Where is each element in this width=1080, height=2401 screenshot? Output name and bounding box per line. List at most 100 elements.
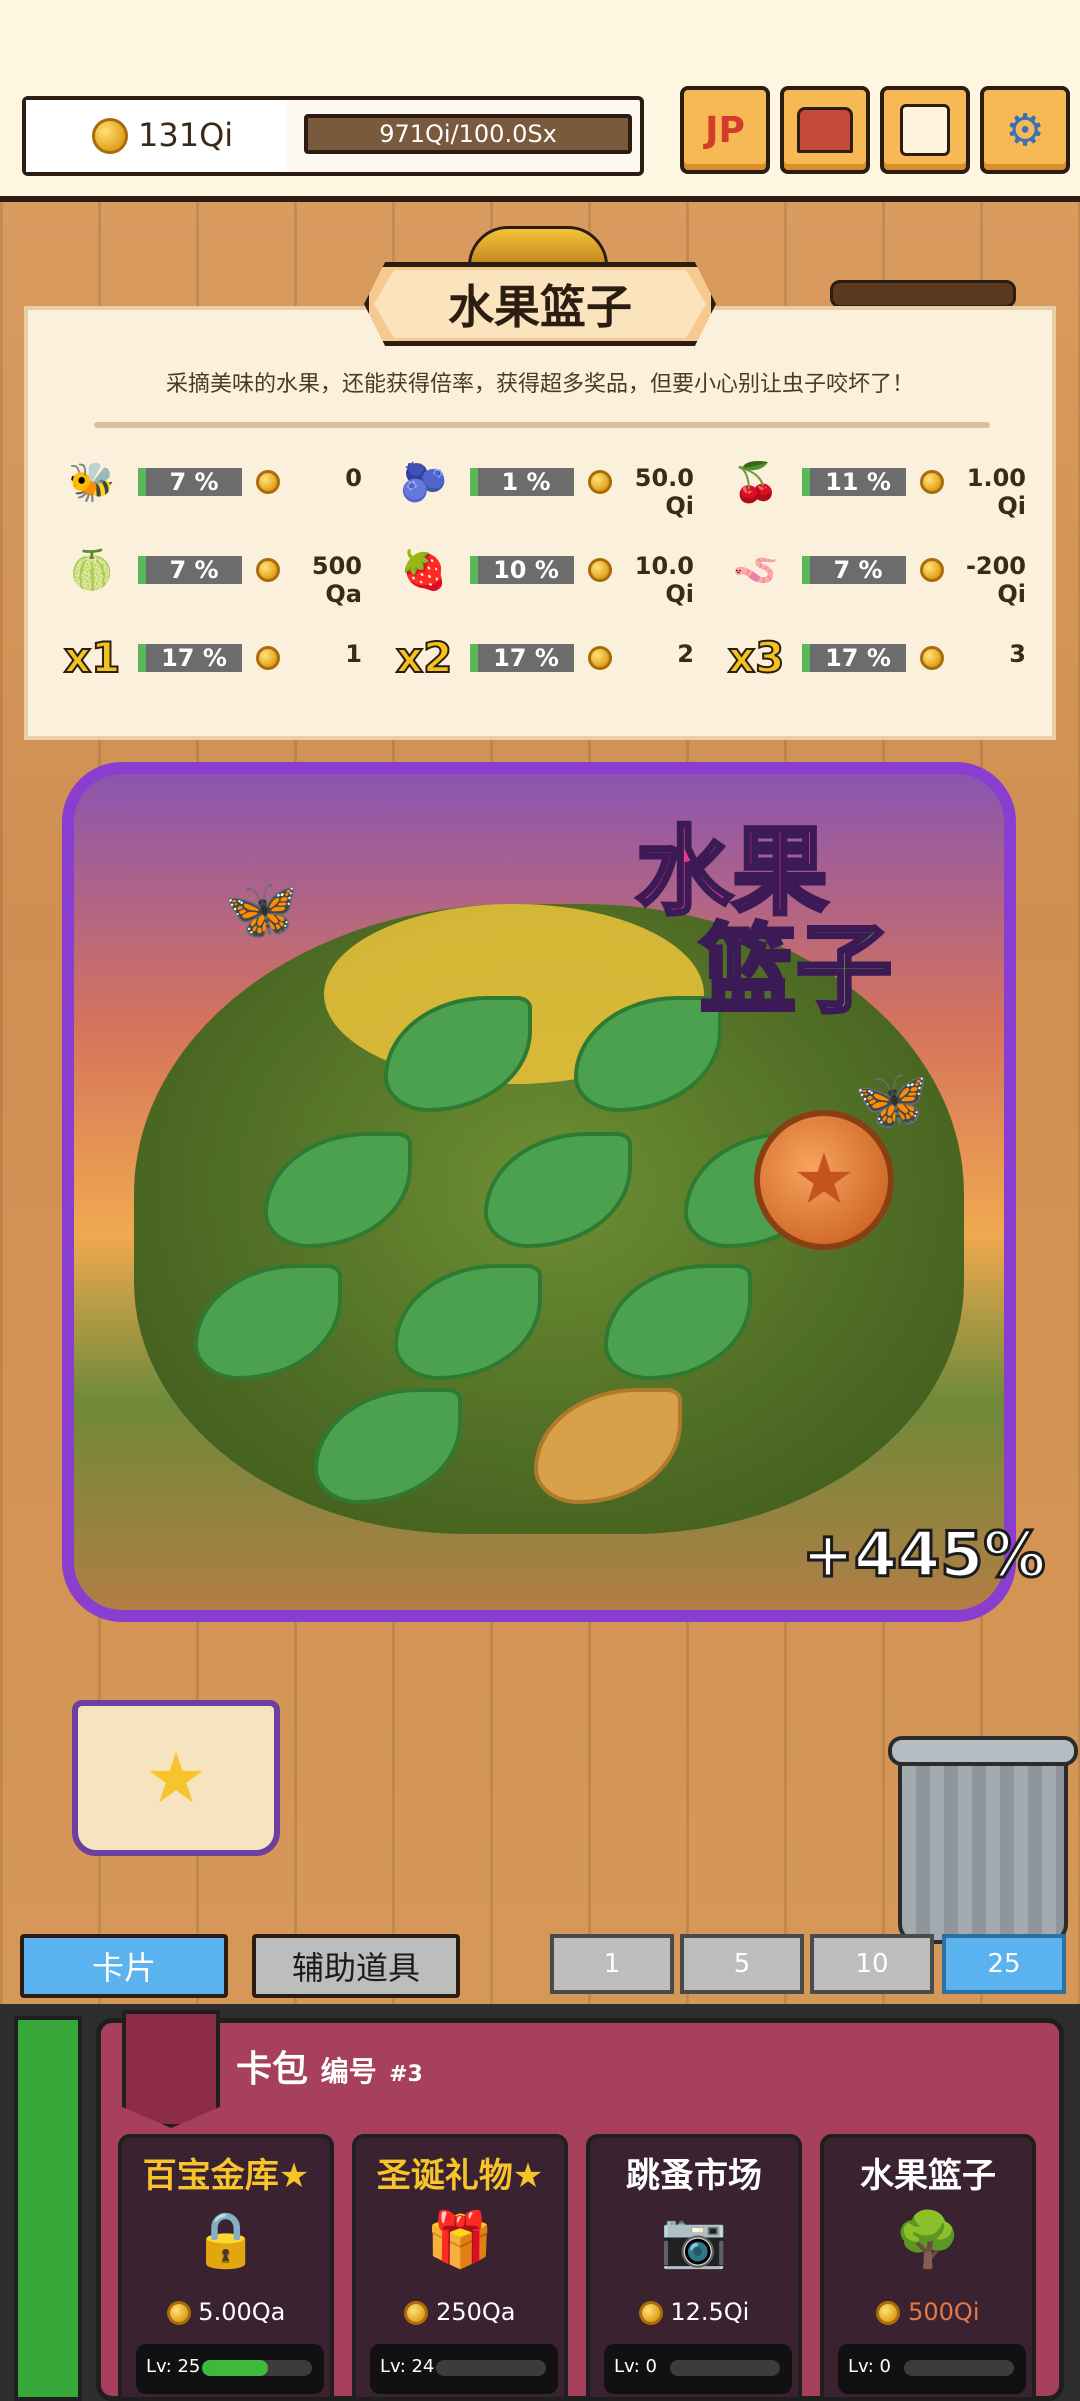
reward-chance: 1 % — [470, 468, 574, 496]
star-icon: ★ — [144, 1737, 208, 1819]
reward-value: 1 — [345, 640, 362, 668]
game-board[interactable]: 水果 篮子 ★ 🦋 🦋 — [62, 762, 1016, 1622]
coin-icon — [256, 470, 280, 494]
multiplier-x1-icon: x1 — [63, 633, 121, 683]
quantity-25-button[interactable]: 25 — [942, 1934, 1066, 1994]
tab-items[interactable]: 辅助道具 — [252, 1934, 460, 1998]
scroll-icon — [900, 104, 950, 156]
strawberry-icon: 🍓 — [400, 548, 448, 592]
previous-pack[interactable] — [14, 2016, 82, 2401]
pack-card-name: 跳蚤市场 — [626, 2156, 762, 2196]
goal-progress-bar: 971Qi/100.0Sx — [304, 114, 632, 154]
reward-chance: 11 % — [802, 468, 906, 496]
quest-button[interactable] — [880, 86, 970, 174]
gooseberry-icon: 🍈 — [68, 548, 116, 592]
settings-button[interactable]: ⚙ — [980, 86, 1070, 174]
reward-chance: 17 % — [138, 644, 242, 672]
blue-butterfly-icon: 🦋 — [854, 1065, 929, 1135]
card-pack-title: 卡包 编号 #3 — [236, 2049, 423, 2090]
coin-icon — [920, 470, 944, 494]
gift-icon: 🎁 — [426, 2208, 494, 2271]
multiplier-x2-icon: x2 — [395, 633, 453, 683]
bush-icon: 🌳 — [894, 2208, 962, 2271]
reward-value: -200 Qi — [965, 552, 1026, 608]
reward-multiplier-x2: x2 17 % 2 — [395, 633, 706, 683]
coin-icon — [920, 558, 944, 582]
reward-blueberry: 🫐 1 % 50.0 Qi — [396, 458, 706, 520]
quantity-10-button[interactable]: 10 — [810, 1934, 934, 1994]
trash-can-lid[interactable] — [888, 1736, 1078, 1766]
reward-chance: 17 % — [470, 644, 574, 672]
trash-can-button[interactable] — [898, 1748, 1068, 1944]
game-description: 采摘美味的水果，还能获得倍率，获得超多奖品，但要小心别让虫子咬坏了！ — [165, 372, 914, 397]
reward-chance: 10 % — [470, 556, 574, 584]
coin-icon — [588, 470, 612, 494]
tab-cards[interactable]: 卡片 — [20, 1934, 228, 1998]
multiplier-x3-icon: x3 — [727, 633, 785, 683]
coin-icon — [920, 646, 944, 670]
pack-card-name: 百宝金库★ — [142, 2156, 310, 2196]
camera-icon: 📷 — [660, 2208, 728, 2271]
pack-card-name: 圣诞礼物★ — [376, 2156, 544, 2196]
reward-multiplier-x1: x1 17 % 1 — [63, 633, 374, 683]
bonus-percent: +445% — [801, 1517, 1047, 1593]
reward-value: 500 Qa — [311, 552, 362, 608]
logo-line2: 篮子 — [698, 912, 894, 1028]
reward-chance: 17 % — [802, 644, 906, 672]
level-label: Lv: 0 — [614, 2356, 657, 2377]
reward-strawberry: 🍓 10 % 10.0 Qi — [396, 546, 706, 608]
reward-chance: 7 % — [138, 556, 242, 584]
level-label: Lv: 24 — [380, 2356, 435, 2377]
coin-icon — [404, 2301, 429, 2325]
pack-card[interactable]: 百宝金库★ 🔒 5.00Qa Lv: 25 — [118, 2134, 334, 2401]
reward-worm: 🪱 7 % -200 Qi — [728, 546, 1038, 608]
coin-icon — [876, 2301, 901, 2325]
reward-value: 10.0 Qi — [634, 552, 694, 608]
reward-chance: 7 % — [802, 556, 906, 584]
reward-value: 0 — [345, 464, 362, 492]
coin-icon — [256, 646, 280, 670]
pack-card[interactable]: 圣诞礼物★ 🎁 250Qa Lv: 24 — [352, 2134, 568, 2401]
top-bar: 131Qi 971Qi/100.0Sx JP ⚙ — [0, 0, 1080, 202]
pack-card[interactable]: 跳蚤市场 📷 12.5Qi Lv: 0 — [586, 2134, 802, 2401]
pack-card-name: 水果篮子 — [860, 2156, 996, 2196]
rewards-panel: 采摘美味的水果，还能获得倍率，获得超多奖品，但要小心别让虫子咬坏了！ 🐝 7 % 0… — [24, 306, 1056, 740]
level-label: Lv: 25 — [146, 2356, 201, 2377]
pack-card-price: 250Qa — [356, 2298, 564, 2326]
reward-cherry: 🍒 11 % 1.00 Qi — [728, 458, 1038, 520]
jackpot-button[interactable]: JP — [680, 86, 770, 174]
cherry-icon: 🍒 — [732, 460, 780, 504]
vault-icon: 🔒 — [192, 2208, 260, 2271]
jp-icon: JP — [705, 109, 745, 151]
bee-icon: 🐝 — [68, 460, 116, 504]
worm-icon: 🪱 — [732, 548, 780, 592]
pack-card-price: 12.5Qi — [590, 2298, 798, 2326]
pack-card-price: 500Qi — [824, 2298, 1032, 2326]
reward-gooseberry: 🍈 7 % 500 Qa — [64, 546, 374, 608]
treasure-chest-icon — [797, 107, 853, 153]
rolling-pin-decoration — [830, 280, 1016, 308]
coin-icon — [638, 2301, 663, 2325]
reward-value: 50.0 Qi — [634, 464, 694, 520]
reward-bee: 🐝 7 % 0 — [64, 458, 374, 504]
quantity-1-button[interactable]: 1 — [550, 1934, 674, 1994]
coin-icon — [92, 118, 128, 154]
collection-book-button[interactable]: ★ — [72, 1700, 280, 1856]
card-pack-icon — [122, 2010, 220, 2128]
quantity-5-button[interactable]: 5 — [680, 1934, 804, 1994]
coin-balance: 131Qi — [138, 116, 234, 154]
reward-value: 1.00 Qi — [966, 464, 1026, 520]
divider — [94, 422, 990, 428]
coin-icon — [166, 2301, 191, 2325]
coin-balance-box: 131Qi 971Qi/100.0Sx — [22, 96, 644, 176]
reward-value: 2 — [677, 640, 694, 668]
pack-card[interactable]: 水果篮子 🌳 500Qi Lv: 0 — [820, 2134, 1036, 2401]
coin-icon — [256, 558, 280, 582]
level-progress-fill — [202, 2360, 268, 2376]
blueberry-icon: 🫐 — [400, 460, 448, 504]
pack-card-price: 5.00Qa — [122, 2298, 330, 2326]
shop-button[interactable] — [780, 86, 870, 174]
pink-butterfly-icon: 🦋 — [224, 875, 299, 945]
coin-icon — [588, 646, 612, 670]
gear-icon: ⚙ — [1005, 104, 1045, 156]
